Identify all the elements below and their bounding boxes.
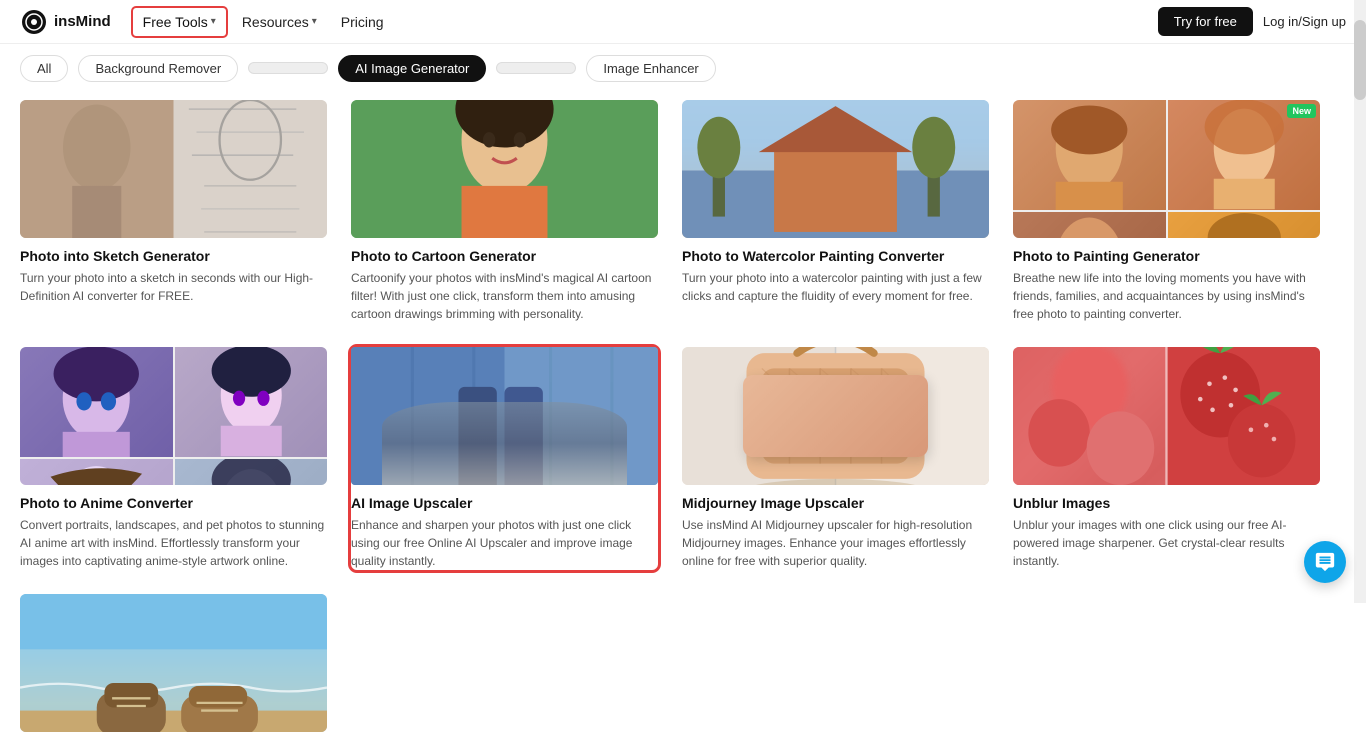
card-cartoon-image xyxy=(351,100,658,238)
card-unblur-title: Unblur Images xyxy=(1013,495,1320,511)
card-cartoon[interactable]: Photo to Cartoon Generator Cartoonify yo… xyxy=(351,100,658,323)
filter-placeholder2[interactable] xyxy=(496,62,576,74)
card-cartoon-title: Photo to Cartoon Generator xyxy=(351,248,658,264)
painting-sub-1 xyxy=(1013,100,1166,210)
chat-widget[interactable] xyxy=(1304,541,1346,583)
card-upscaler-image xyxy=(351,347,658,485)
card-midjourney-desc: Use insMind AI Midjourney upscaler for h… xyxy=(682,516,989,570)
login-button[interactable]: Log in/Sign up xyxy=(1263,14,1346,29)
chat-icon xyxy=(1314,551,1336,573)
card-midjourney-title: Midjourney Image Upscaler xyxy=(682,495,989,511)
card-midjourney-image xyxy=(682,347,989,485)
card-anime-title: Photo to Anime Converter xyxy=(20,495,327,511)
filter-placeholder1[interactable] xyxy=(248,62,328,74)
card-sketch[interactable]: Photo into Sketch Generator Turn your ph… xyxy=(20,100,327,323)
card-painting[interactable]: New xyxy=(1013,100,1320,323)
card-sketch-title: Photo into Sketch Generator xyxy=(20,248,327,264)
filter-bar: All Background Remover AI Image Generato… xyxy=(20,44,1320,92)
card-anime[interactable]: Photo to Anime Converter Convert portrai… xyxy=(20,347,327,570)
filter-bg-remover[interactable]: Background Remover xyxy=(78,55,238,82)
scrollbar-thumb[interactable] xyxy=(1354,20,1366,100)
main-content: All Background Remover AI Image Generato… xyxy=(0,44,1340,752)
filter-all[interactable]: All xyxy=(20,55,68,82)
anime-sub-4 xyxy=(175,459,328,485)
navbar: insMind Free Tools ▾ Resources ▾ Pricing… xyxy=(0,0,1366,44)
filter-enhancer[interactable]: Image Enhancer xyxy=(586,55,715,82)
free-tools-label: Free Tools xyxy=(143,14,208,30)
new-badge: New xyxy=(1287,104,1316,118)
card-midjourney[interactable]: Midjourney Image Upscaler Use insMind AI… xyxy=(682,347,989,570)
nav-links: Free Tools ▾ Resources ▾ Pricing xyxy=(131,6,1158,38)
tools-grid: Photo into Sketch Generator Turn your ph… xyxy=(20,92,1320,732)
card-unblur[interactable]: Unblur Images Unblur your images with on… xyxy=(1013,347,1320,570)
chevron-down-icon: ▾ xyxy=(312,16,317,27)
card-shoes-image xyxy=(20,594,327,732)
card-unblur-desc: Unblur your images with one click using … xyxy=(1013,516,1320,570)
card-anime-desc: Convert portraits, landscapes, and pet p… xyxy=(20,516,327,570)
anime-sub-2 xyxy=(175,347,328,457)
card-watercolor-image xyxy=(682,100,989,238)
logo-text: insMind xyxy=(54,13,111,30)
card-watercolor-title: Photo to Watercolor Painting Converter xyxy=(682,248,989,264)
card-cartoon-desc: Cartoonify your photos with insMind's ma… xyxy=(351,269,658,323)
card-painting-title: Photo to Painting Generator xyxy=(1013,248,1320,264)
pricing-label: Pricing xyxy=(341,14,384,30)
card-sketch-image xyxy=(20,100,327,238)
logo-icon xyxy=(20,8,48,36)
painting-sub-4 xyxy=(1168,212,1321,238)
chevron-down-icon: ▾ xyxy=(211,16,216,27)
card-upscaler-title: AI Image Upscaler xyxy=(351,495,658,511)
card-anime-image xyxy=(20,347,327,485)
card-watercolor[interactable]: Photo to Watercolor Painting Converter T… xyxy=(682,100,989,323)
card-upscaler-desc: Enhance and sharpen your photos with jus… xyxy=(351,516,658,570)
free-tools-menu[interactable]: Free Tools ▾ xyxy=(131,6,228,38)
anime-sub-3 xyxy=(20,459,173,485)
card-watercolor-desc: Turn your photo into a watercolor painti… xyxy=(682,269,989,305)
painting-sub-2: New xyxy=(1168,100,1321,210)
card-upscaler[interactable]: AI Image Upscaler Enhance and sharpen yo… xyxy=(351,347,658,570)
try-free-button[interactable]: Try for free xyxy=(1158,7,1253,36)
nav-right: Try for free Log in/Sign up xyxy=(1158,7,1346,36)
card-painting-desc: Breathe new life into the loving moments… xyxy=(1013,269,1320,323)
filter-ai-generator[interactable]: AI Image Generator xyxy=(338,55,486,82)
anime-sub-1 xyxy=(20,347,173,457)
card-painting-image: New xyxy=(1013,100,1320,238)
card-shoes[interactable] xyxy=(20,594,327,732)
resources-menu[interactable]: Resources ▾ xyxy=(232,8,327,36)
logo[interactable]: insMind xyxy=(20,8,111,36)
card-unblur-image xyxy=(1013,347,1320,485)
pricing-link[interactable]: Pricing xyxy=(331,8,394,36)
painting-sub-3 xyxy=(1013,212,1166,238)
scrollbar[interactable] xyxy=(1354,0,1366,603)
resources-label: Resources xyxy=(242,14,309,30)
card-sketch-desc: Turn your photo into a sketch in seconds… xyxy=(20,269,327,305)
